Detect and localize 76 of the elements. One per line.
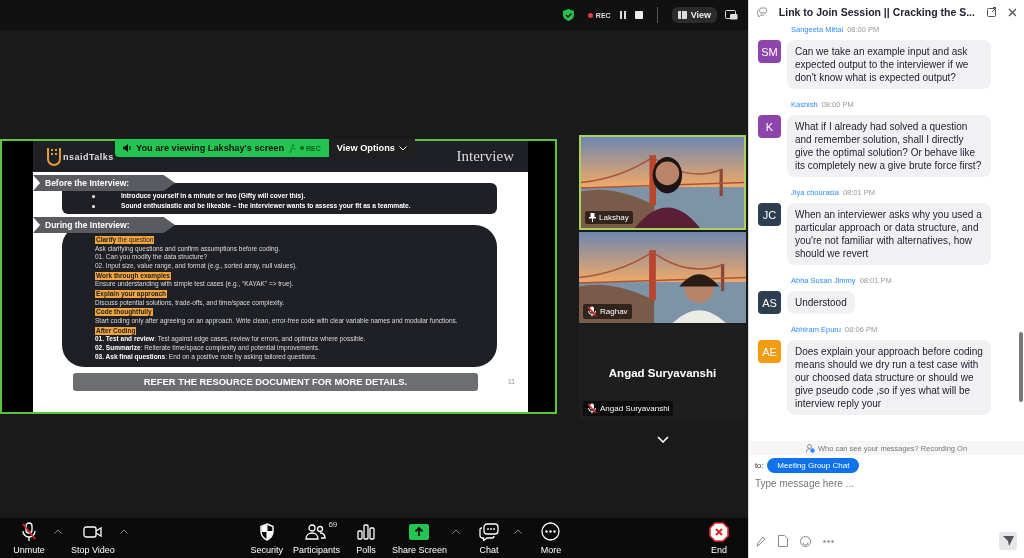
send-button[interactable] — [999, 532, 1017, 550]
pause-icon[interactable] — [618, 11, 627, 19]
video-camera-icon — [82, 524, 103, 539]
logo-text: nsaidTalks — [63, 151, 114, 162]
layout-icon — [677, 11, 687, 19]
view-options-button[interactable]: View Options — [328, 139, 415, 157]
people-icon — [805, 443, 815, 453]
chat-title: Link to Join Session || Cracking the S... — [778, 6, 975, 18]
speaker-icon — [123, 144, 132, 152]
caret-icon[interactable] — [513, 528, 522, 534]
participant-name: Angad Suryavanshi — [608, 366, 717, 379]
toolbar-button[interactable]: Stop Video — [68, 521, 118, 555]
send-icon — [1002, 536, 1014, 546]
more-icon[interactable] — [823, 539, 834, 543]
name-label: Lakshay — [585, 211, 633, 224]
avatar: K — [758, 115, 781, 138]
video-tile[interactable]: Raghav — [579, 232, 746, 323]
more-icon — [541, 522, 561, 541]
toolbar-button[interactable]: Chat — [465, 521, 512, 555]
bar-chart-icon — [356, 523, 375, 540]
scrollbar[interactable] — [1019, 332, 1023, 402]
stop-icon[interactable] — [634, 11, 643, 19]
toolbar-button[interactable]: More — [527, 521, 574, 555]
muted-mic-icon — [587, 306, 597, 317]
name-label: Angad Suryavanshi — [583, 401, 674, 416]
avatar: AE — [758, 340, 781, 363]
picture-in-picture-icon[interactable] — [725, 10, 738, 20]
message-bubble: What if I already had solved a question and remember solution, shall I directly give the optimal solution? Or behave like its completely new a give brute force first? — [787, 115, 991, 177]
toolbar-button[interactable]: 69 Participants — [289, 521, 343, 555]
caret-icon[interactable] — [451, 528, 460, 534]
toolbar-button[interactable]: Unmute — [6, 521, 52, 555]
participant-count: 69 — [328, 519, 338, 529]
pop-out-icon[interactable] — [986, 7, 996, 17]
shield-icon — [258, 522, 275, 541]
caret-icon[interactable] — [119, 528, 128, 534]
avatar: SM — [758, 40, 781, 63]
slide-footer: REFER THE RESOURCE DOCUMENT FOR MORE DETAILS. — [73, 372, 478, 391]
slide-title: Interview — [456, 148, 514, 165]
recipient-button[interactable]: Meeting Group Chat — [767, 458, 860, 473]
toolbar-button[interactable]: Security — [243, 521, 290, 555]
section-heading: Before the Interview: — [33, 175, 175, 191]
chat-icon — [478, 522, 499, 541]
close-icon[interactable] — [1007, 7, 1016, 17]
bullet-icon — [92, 204, 95, 208]
message-bubble: When an interviewer asks why you used a particular approach or data structure, and you're not familiar with alternatives, how should we revert — [787, 203, 991, 265]
muted-microphone-icon — [21, 521, 37, 542]
shield-icon — [562, 9, 574, 21]
message-bubble: Can we take an example input and ask expected output to the interviewer if we don't know what is expected output? — [787, 40, 991, 89]
file-icon[interactable] — [778, 535, 788, 547]
avatar: JC — [758, 203, 781, 226]
figure-icon — [288, 143, 297, 153]
caret-icon[interactable] — [54, 528, 62, 534]
video-tile[interactable]: Lakshay — [579, 135, 746, 230]
chat-icon — [757, 6, 767, 18]
message-bubble: Does explain your approach before coding means should we dry run a test case with our choosed data structure or should we give pseudo code ,so if yes what will be interview reply your — [787, 340, 991, 415]
recording-dot-icon — [587, 12, 593, 18]
toolbar-button[interactable]: Polls — [342, 521, 389, 555]
logo-icon — [47, 146, 61, 167]
chevron-down-icon — [398, 145, 407, 151]
name-label: Raghav — [583, 304, 632, 319]
bullet-icon — [92, 194, 95, 198]
toolbar-button[interactable]: Share Screen — [388, 521, 450, 555]
toolbar-button[interactable]: End — [696, 521, 742, 555]
message-bubble: Understood — [787, 291, 855, 314]
emoji-icon[interactable] — [800, 535, 811, 547]
participants-icon — [305, 523, 328, 540]
recording-dot-icon — [300, 146, 305, 150]
pen-icon[interactable] — [756, 535, 766, 547]
end-icon — [709, 521, 729, 542]
video-tile[interactable]: Angad Suryavanshi Angad Suryavanshi — [579, 325, 746, 420]
section-heading: During the Interview: — [33, 217, 175, 233]
view-button[interactable]: View — [671, 7, 717, 23]
chevron-down-icon[interactable] — [656, 436, 669, 443]
avatar: AS — [758, 291, 781, 314]
muted-mic-icon — [587, 403, 597, 414]
share-screen-icon — [409, 523, 430, 540]
